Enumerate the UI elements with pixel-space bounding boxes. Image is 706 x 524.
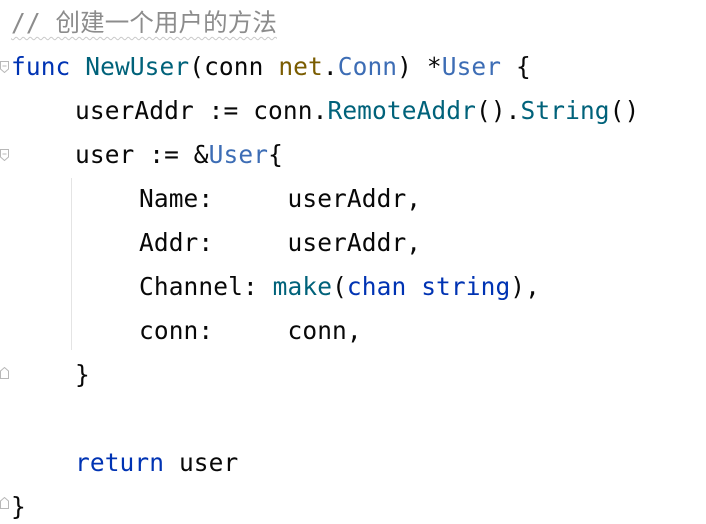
code-editor[interactable]: // 创建一个用户的方法 func NewUser(conn net.Conn)… [0,0,706,524]
fold-end-marker-icon[interactable] [0,497,9,509]
assign-lhs: user := & [75,140,209,169]
type-user: User [208,140,269,169]
code-line-func-signature: func NewUser(conn net.Conn) *User { [11,52,531,82]
code-line-field-channel: Channel: make(chan string), [139,272,540,302]
keyword-func: func [11,52,71,81]
assign-lhs: userAddr := conn. [75,96,328,125]
code-line-user-literal: user := &User{ [75,140,283,170]
open-brace: { [268,140,283,169]
builtin-make: make [272,272,333,301]
code-comment: // 创建一个用户的方法 [11,8,277,37]
call-end: () [609,96,640,125]
fold-marker-icon[interactable] [0,149,9,161]
keyword-return: return [75,448,165,477]
code-line-field-addr: Addr: userAddr, [139,228,422,257]
code-line-return: return user [75,448,238,478]
type-user: User [441,52,502,81]
keyword-chan: chan [346,272,407,301]
method-remoteaddr: RemoteAddr [327,96,476,125]
paren-open: ( [332,272,347,301]
return-value: user [164,448,239,477]
code-line-field-conn: conn: conn, [139,316,362,345]
param-open: (conn [189,52,279,81]
fold-marker-icon[interactable] [0,61,9,73]
open-brace: { [501,52,531,81]
indent-guide [71,178,72,350]
type-string: string [421,272,511,301]
package-name: net [278,52,323,81]
type-conn: Conn [337,52,398,81]
field-label: Channel: [139,272,273,301]
paren-close: ), [510,272,540,301]
fold-end-marker-icon[interactable] [0,367,9,379]
dot: . [322,52,338,81]
code-line-close-brace: } [75,360,90,389]
code-line-func-close: } [11,492,26,521]
code-line-useraddr: userAddr := conn.RemoteAddr().String() [75,96,639,126]
param-close: ) * [397,52,442,81]
function-name: NewUser [85,52,190,81]
code-line-field-name: Name: userAddr, [139,184,422,213]
method-string: String [520,96,610,125]
call-mid: (). [475,96,521,125]
